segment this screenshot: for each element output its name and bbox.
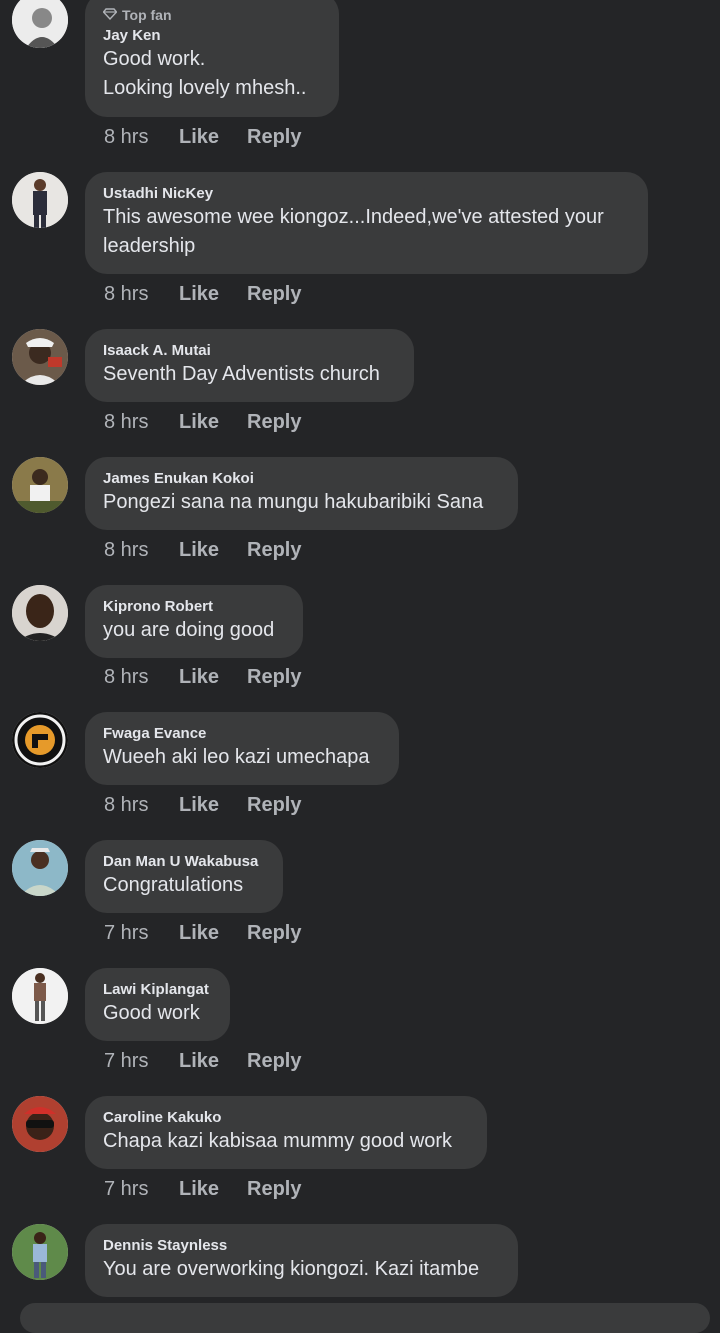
- commenter-name[interactable]: Ustadhi NicKey: [103, 184, 628, 203]
- comment-bubble: Kiprono Robert you are doing good: [85, 585, 303, 658]
- avatar[interactable]: [12, 457, 68, 513]
- reply-button[interactable]: Reply: [247, 539, 301, 562]
- comment-bubble: Dennis Staynless You are overworking kio…: [85, 1224, 518, 1297]
- reply-button[interactable]: Reply: [247, 411, 301, 434]
- reply-button[interactable]: Reply: [247, 283, 301, 306]
- avatar[interactable]: [12, 1096, 68, 1152]
- reply-button[interactable]: Reply: [247, 126, 301, 149]
- timestamp[interactable]: 7 hrs: [104, 1050, 179, 1073]
- comment-actions: 8 hrs Like Reply: [104, 283, 301, 306]
- commenter-name[interactable]: James Enukan Kokoi: [103, 469, 498, 488]
- commenter-name[interactable]: Caroline Kakuko: [103, 1108, 467, 1127]
- like-button[interactable]: Like: [179, 539, 247, 562]
- timestamp[interactable]: 8 hrs: [104, 539, 179, 562]
- reply-button[interactable]: Reply: [247, 794, 301, 817]
- comment-actions: 8 hrs Like Reply: [104, 794, 301, 817]
- like-button[interactable]: Like: [179, 922, 247, 945]
- comment-actions: 8 hrs Like Reply: [104, 126, 301, 149]
- comment-actions: 8 hrs Like Reply: [104, 539, 301, 562]
- comment-bubble: Ustadhi NicKey This awesome wee kiongoz.…: [85, 172, 648, 274]
- comment-actions: 8 hrs Like Reply: [104, 666, 301, 689]
- timestamp[interactable]: 8 hrs: [104, 794, 179, 817]
- comment-text: Congratulations: [103, 874, 244, 896]
- comment-text: Seventh Day Adventists church: [103, 363, 380, 385]
- reply-button[interactable]: Reply: [247, 922, 301, 945]
- comment-bubble: Isaack A. Mutai Seventh Day Adventists c…: [85, 329, 414, 402]
- comment-bubble: Dan Man U Wakabusa Congratulations: [85, 840, 283, 913]
- commenter-name[interactable]: Jay Ken: [103, 26, 319, 45]
- reply-button[interactable]: Reply: [247, 666, 301, 689]
- timestamp[interactable]: 8 hrs: [104, 283, 179, 306]
- reply-button[interactable]: Reply: [247, 1050, 301, 1073]
- like-button[interactable]: Like: [179, 666, 247, 689]
- comment-actions: 7 hrs Like Reply: [104, 922, 301, 945]
- comment-actions: 8 hrs Like Reply: [104, 411, 301, 434]
- reply-button[interactable]: Reply: [247, 1178, 301, 1201]
- comment-actions: 7 hrs Like Reply: [104, 1178, 301, 1201]
- comment-bubble: James Enukan Kokoi Pongezi sana na mungu…: [85, 457, 518, 530]
- comment-bubble: Caroline Kakuko Chapa kazi kabisaa mummy…: [85, 1096, 487, 1169]
- avatar[interactable]: [12, 840, 68, 896]
- like-button[interactable]: Like: [179, 1178, 247, 1201]
- timestamp[interactable]: 7 hrs: [104, 1178, 179, 1201]
- commenter-name[interactable]: Isaack A. Mutai: [103, 341, 394, 360]
- avatar[interactable]: [12, 968, 68, 1024]
- diamond-icon: [102, 7, 118, 23]
- like-button[interactable]: Like: [179, 411, 247, 434]
- timestamp[interactable]: 8 hrs: [104, 411, 179, 434]
- comment-bubble: Top fan Jay Ken Good work. Looking lovel…: [85, 0, 339, 117]
- like-button[interactable]: Like: [179, 1050, 247, 1073]
- comment-text: You are overworking kiongozi. Kazi itamb…: [103, 1258, 480, 1280]
- comment-text: Wueeh aki leo kazi umechapa: [103, 746, 370, 768]
- top-fan-badge: Top fan: [102, 7, 319, 23]
- comment-text: Good work: [103, 1002, 200, 1024]
- like-button[interactable]: Like: [179, 283, 247, 306]
- avatar[interactable]: [12, 0, 68, 48]
- like-button[interactable]: Like: [179, 794, 247, 817]
- commenter-name[interactable]: Lawi Kiplangat: [103, 980, 210, 999]
- commenter-name[interactable]: Kiprono Robert: [103, 597, 283, 616]
- timestamp[interactable]: 8 hrs: [104, 666, 179, 689]
- comment-composer[interactable]: [20, 1303, 710, 1333]
- badge-label: Top fan: [122, 7, 172, 23]
- commenter-name[interactable]: Dennis Staynless: [103, 1236, 498, 1255]
- commenter-name[interactable]: Fwaga Evance: [103, 724, 379, 743]
- comment-text: Good work. Looking lovely mhesh..: [103, 48, 307, 99]
- comment-bubble: Fwaga Evance Wueeh aki leo kazi umechapa: [85, 712, 399, 785]
- avatar[interactable]: [12, 585, 68, 641]
- comment-bubble: Lawi Kiplangat Good work: [85, 968, 230, 1041]
- commenter-name[interactable]: Dan Man U Wakabusa: [103, 852, 263, 871]
- comment-text: Chapa kazi kabisaa mummy good work: [103, 1130, 453, 1152]
- comment-actions: 7 hrs Like Reply: [104, 1050, 301, 1073]
- avatar[interactable]: [12, 712, 68, 768]
- avatar[interactable]: [12, 172, 68, 228]
- avatar[interactable]: [12, 1224, 68, 1280]
- comment-text: you are doing good: [103, 619, 275, 641]
- comment-text: This awesome wee kiongoz...Indeed,we've …: [103, 206, 604, 257]
- timestamp[interactable]: 7 hrs: [104, 922, 179, 945]
- comment-text: Pongezi sana na mungu hakubaribiki Sana: [103, 491, 484, 513]
- like-button[interactable]: Like: [179, 126, 247, 149]
- avatar[interactable]: [12, 329, 68, 385]
- timestamp[interactable]: 8 hrs: [104, 126, 179, 149]
